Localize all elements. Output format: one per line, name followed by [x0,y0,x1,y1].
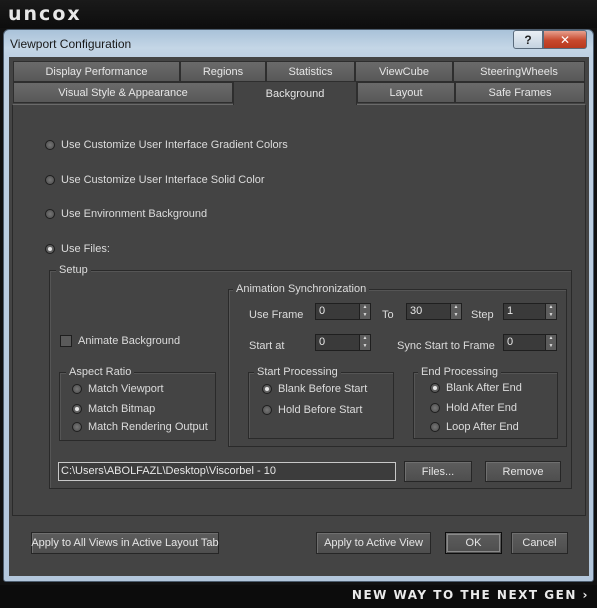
blank-before-start-option[interactable]: Blank Before Start [262,383,367,395]
animate-background-checkbox[interactable] [60,335,72,347]
radio-button-selected[interactable] [262,384,272,394]
start-at-label: Start at [249,340,285,352]
radio-button[interactable] [72,422,82,432]
window-title: Viewport Configuration [10,37,132,51]
radio-button-selected[interactable] [45,244,55,254]
ok-button[interactable]: OK [445,532,502,554]
to-field[interactable]: 30 [406,303,451,320]
step-label: Step [471,309,494,321]
to-spinner[interactable]: 30 ▲ ▼ [406,303,462,320]
tab-regions[interactable]: Regions [180,61,266,82]
option-label: Use Environment Background [61,208,208,220]
option-environment-background[interactable]: Use Environment Background [45,208,207,220]
use-frame-field[interactable]: 0 [315,303,360,320]
option-label: Use Customize User Interface Solid Color [61,174,265,186]
cancel-button[interactable]: Cancel [511,532,568,554]
step-field[interactable]: 1 [503,303,546,320]
radio-button[interactable] [45,140,55,150]
file-path-field[interactable]: C:\Users\ABOLFAZL\Desktop\Viscorbel - 10 [58,462,396,481]
sync-start-label: Sync Start to Frame [397,340,495,352]
option-label: Use Files: [61,243,110,255]
spinner-down-icon[interactable]: ▼ [360,342,370,350]
remove-button[interactable]: Remove [485,461,561,482]
animate-background-label: Animate Background [78,335,181,347]
sync-start-spinner[interactable]: 0 ▲ ▼ [503,334,557,351]
radio-button[interactable] [45,175,55,185]
option-label: Blank Before Start [278,383,368,395]
option-label: Match Rendering Output [88,421,208,433]
radio-button[interactable] [430,403,440,413]
spinner-arrows[interactable]: ▲ ▼ [546,303,557,320]
start-at-field[interactable]: 0 [315,334,360,351]
animate-background-option[interactable]: Animate Background [60,335,180,347]
option-label: Match Bitmap [88,403,156,415]
aspect-match-rendering-output[interactable]: Match Rendering Output [72,421,208,433]
spinner-up-icon[interactable]: ▲ [546,335,556,343]
option-label: Hold After End [446,402,517,414]
aspect-match-bitmap[interactable]: Match Bitmap [72,403,155,415]
spinner-up-icon[interactable]: ▲ [451,304,461,312]
branding-top-bar [0,0,597,28]
tab-display-performance[interactable]: Display Performance [13,61,180,82]
option-label: Loop After End [446,421,519,433]
use-frame-label: Use Frame [249,309,304,321]
radio-button[interactable] [262,405,272,415]
spinner-arrows[interactable]: ▲ ▼ [360,303,371,320]
start-at-spinner[interactable]: 0 ▲ ▼ [315,334,371,351]
tab-layout[interactable]: Layout [357,82,455,103]
radio-button[interactable] [45,209,55,219]
option-gradient-colors[interactable]: Use Customize User Interface Gradient Co… [45,139,288,151]
tab-visual-style[interactable]: Visual Style & Appearance [13,82,233,103]
blank-after-end-option[interactable]: Blank After End [430,382,522,394]
animation-sync-title: Animation Synchronization [233,283,370,295]
spinner-up-icon[interactable]: ▲ [360,335,370,343]
aspect-ratio-title: Aspect Ratio [66,366,135,378]
sync-start-field[interactable]: 0 [503,334,546,351]
loop-after-end-option[interactable]: Loop After End [430,421,519,433]
radio-button[interactable] [72,384,82,394]
spinner-up-icon[interactable]: ▲ [360,304,370,312]
files-button[interactable]: Files... [404,461,472,482]
radio-button[interactable] [430,422,440,432]
spinner-down-icon[interactable]: ▼ [546,311,556,319]
tab-background[interactable]: Background [233,81,357,105]
tab-viewcube[interactable]: ViewCube [355,61,453,82]
tab-safe-frames[interactable]: Safe Frames [455,82,585,103]
close-button[interactable]: ✕ [543,30,587,49]
spinner-arrows[interactable]: ▲ ▼ [360,334,371,351]
use-frame-spinner[interactable]: 0 ▲ ▼ [315,303,371,320]
help-button[interactable]: ? [513,30,543,49]
spinner-down-icon[interactable]: ▼ [546,342,556,350]
hold-before-start-option[interactable]: Hold Before Start [262,404,362,416]
setup-group-title: Setup [56,264,91,276]
branding-tagline: NEW WAY TO THE NEXT GEN › [351,588,589,602]
step-spinner[interactable]: 1 ▲ ▼ [503,303,557,320]
uncox-logo: uncox [8,3,82,25]
start-processing-title: Start Processing [254,366,341,378]
option-solid-color[interactable]: Use Customize User Interface Solid Color [45,174,265,186]
option-use-files[interactable]: Use Files: [45,243,110,255]
spinner-down-icon[interactable]: ▼ [360,311,370,319]
apply-all-views-button[interactable]: Apply to All Views in Active Layout Tab [31,532,219,554]
option-label: Hold Before Start [278,404,363,416]
spinner-arrows[interactable]: ▲ ▼ [451,303,462,320]
end-processing-title: End Processing [418,366,502,378]
tab-steeringwheels[interactable]: SteeringWheels [453,61,585,82]
spinner-up-icon[interactable]: ▲ [546,304,556,312]
option-label: Blank After End [446,382,522,394]
radio-button-selected[interactable] [72,404,82,414]
spinner-arrows[interactable]: ▲ ▼ [546,334,557,351]
spinner-down-icon[interactable]: ▼ [451,311,461,319]
option-label: Match Viewport [88,383,164,395]
option-label: Use Customize User Interface Gradient Co… [61,139,288,151]
hold-after-end-option[interactable]: Hold After End [430,402,517,414]
to-label: To [382,309,394,321]
radio-button-selected[interactable] [430,383,440,393]
apply-active-view-button[interactable]: Apply to Active View [316,532,431,554]
aspect-match-viewport[interactable]: Match Viewport [72,383,164,395]
tab-statistics[interactable]: Statistics [266,61,355,82]
